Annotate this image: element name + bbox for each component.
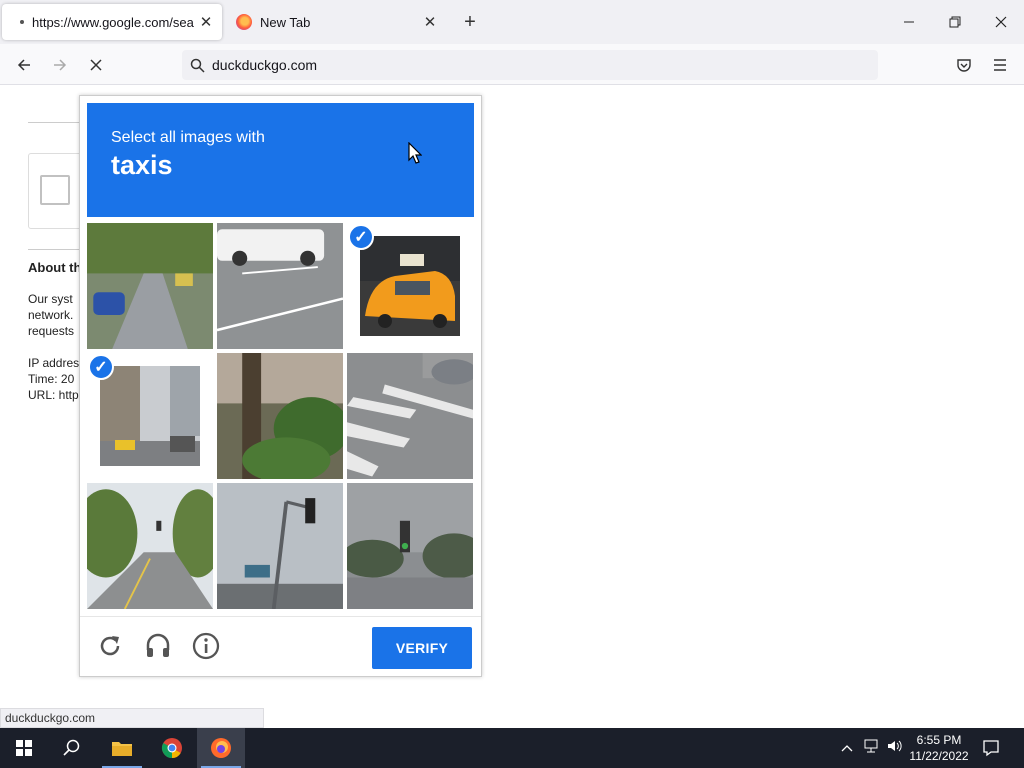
image-tile-city-street-taxi[interactable]: ✓ [87, 353, 213, 479]
captcha-checkbox[interactable] [40, 175, 70, 205]
image-tile-traffic-light-pole[interactable] [217, 483, 343, 609]
search-icon [63, 739, 80, 756]
status-bar: duckduckgo.com [0, 708, 264, 728]
forward-button[interactable] [47, 52, 73, 78]
new-tab-button[interactable]: + [458, 10, 482, 34]
taskbar-file-explorer[interactable] [98, 728, 146, 768]
image-tile-tree-lined-street[interactable] [87, 223, 213, 349]
tab-title: New Tab [260, 14, 311, 30]
menu-button[interactable] [987, 52, 1013, 78]
image-grid: ✓ ✓ [87, 223, 474, 610]
minimize-button[interactable] [886, 0, 932, 44]
selected-check-icon: ✓ [348, 224, 374, 250]
network-icon[interactable] [860, 739, 884, 758]
about-heading: About th [28, 260, 82, 275]
info-line: Time: 20 [28, 372, 75, 386]
image-tile-traffic-light-cloudy[interactable] [347, 483, 473, 609]
navigation-toolbar: duckduckgo.com [0, 44, 1024, 85]
captcha-instruction: Select all images with [111, 129, 265, 146]
tab-title: https://www.google.com/search?q= [32, 14, 194, 30]
windows-logo-icon [16, 740, 32, 756]
pocket-icon [957, 59, 971, 72]
tab-strip: https://www.google.com/search?q= ✕ New T… [0, 0, 1024, 44]
selected-check-icon: ✓ [88, 354, 114, 380]
taskbar-search-button[interactable] [48, 728, 96, 768]
close-window-button[interactable] [978, 0, 1024, 44]
firefox-icon [236, 14, 252, 30]
firefox-icon [211, 738, 231, 758]
captcha-challenge-dialog: Select all images with taxis ✓ ✓ VERIFY [79, 95, 482, 677]
stop-icon [90, 59, 102, 71]
stop-button[interactable] [83, 52, 109, 78]
captcha-footer: VERIFY [80, 616, 481, 676]
taskbar-firefox[interactable] [197, 728, 245, 768]
chevron-up-icon[interactable] [838, 739, 856, 757]
search-icon [182, 58, 212, 73]
close-tab-icon[interactable]: ✕ [418, 10, 442, 34]
tab-new-tab[interactable]: New Tab ✕ [226, 4, 446, 40]
reload-icon[interactable] [95, 631, 125, 661]
taskbar: 6:55 PM 11/22/2022 [0, 728, 1024, 768]
url-text: duckduckgo.com [212, 57, 318, 73]
notification-icon [983, 740, 999, 757]
info-icon[interactable] [191, 631, 221, 661]
start-button[interactable] [0, 728, 48, 768]
clock-time: 6:55 PM [916, 733, 962, 747]
restore-button[interactable] [932, 0, 978, 44]
verify-button[interactable]: VERIFY [372, 627, 472, 669]
image-tile-road-with-traffic-light[interactable] [87, 483, 213, 609]
image-tile-tree-and-bushes[interactable] [217, 353, 343, 479]
audio-icon[interactable] [143, 631, 173, 661]
system-tray [838, 728, 906, 768]
info-line: IP addres [28, 356, 80, 370]
forward-arrow-icon [54, 59, 67, 71]
image-tile-yellow-taxi[interactable]: ✓ [347, 223, 473, 349]
taskbar-chrome[interactable] [148, 728, 196, 768]
taskbar-clock[interactable]: 6:55 PM 11/22/2022 [904, 732, 974, 764]
notifications-button[interactable] [968, 728, 1014, 768]
back-button[interactable] [11, 52, 37, 78]
paragraph-line: Our syst [28, 292, 73, 306]
image-tile-white-pickup-truck[interactable] [217, 223, 343, 349]
back-arrow-icon [17, 59, 30, 71]
volume-icon[interactable] [884, 739, 906, 758]
paragraph-line: network. [28, 308, 74, 322]
address-bar[interactable]: duckduckgo.com [182, 50, 878, 80]
chrome-icon [161, 738, 182, 759]
tab-google-search[interactable]: https://www.google.com/search?q= ✕ [2, 4, 222, 40]
mouse-cursor-icon [408, 142, 422, 164]
info-line: URL: http [28, 388, 79, 402]
folder-icon [112, 742, 132, 756]
pocket-button[interactable] [951, 52, 977, 78]
loading-dot-icon [20, 20, 24, 24]
image-tile-crosswalk[interactable] [347, 353, 473, 479]
paragraph-line: requests [28, 324, 75, 338]
clock-date: 11/22/2022 [909, 749, 969, 763]
close-tab-icon[interactable]: ✕ [194, 10, 218, 34]
hamburger-icon [994, 59, 1006, 71]
captcha-keyword: taxis [111, 150, 173, 180]
